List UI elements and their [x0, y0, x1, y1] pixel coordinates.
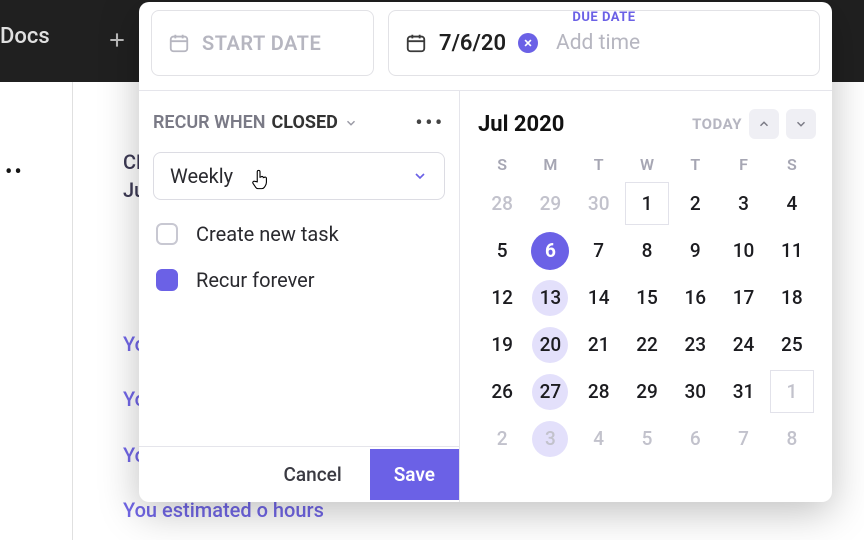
recur-prefix: RECUR WHEN	[153, 112, 266, 133]
save-button[interactable]: Save	[370, 449, 459, 500]
calendar-icon	[405, 32, 427, 54]
next-month-button[interactable]	[786, 109, 816, 139]
calendar-days-grid: 2829301234567891011121314151617181920212…	[478, 180, 816, 462]
cancel-button[interactable]: Cancel	[264, 453, 362, 496]
calendar-day[interactable]: 24	[719, 321, 767, 368]
date-input-row: START DATE DUE DATE 7/6/20 Add time	[151, 10, 820, 76]
calendar-day[interactable]: 20	[526, 321, 574, 368]
date-recur-modal: START DATE DUE DATE 7/6/20 Add time RECU…	[139, 2, 832, 502]
dow-label: T	[575, 155, 623, 174]
calendar-day[interactable]: 13	[526, 274, 574, 321]
calendar-day[interactable]: 26	[478, 368, 526, 415]
calendar-day[interactable]: 22	[623, 321, 671, 368]
chevron-down-icon	[344, 116, 358, 130]
calendar-day[interactable]: 6	[526, 227, 574, 274]
calendar-day[interactable]: 17	[719, 274, 767, 321]
checkbox-unchecked-icon[interactable]	[156, 223, 178, 245]
calendar-day[interactable]: 19	[478, 321, 526, 368]
calendar-day[interactable]: 29	[526, 180, 574, 227]
left-ellipsis-icon[interactable]: ••	[5, 160, 24, 185]
calendar-day[interactable]: 30	[575, 180, 623, 227]
calendar-dow-row: SMTWTFS	[478, 155, 816, 174]
calendar-day[interactable]: 7	[719, 415, 767, 462]
calendar-day[interactable]: 23	[671, 321, 719, 368]
recur-value: CLOSED	[272, 112, 338, 133]
calendar-day[interactable]: 28	[575, 368, 623, 415]
calendar-day[interactable]: 25	[768, 321, 816, 368]
calendar-day[interactable]: 1	[623, 180, 671, 227]
topbar-docs-link[interactable]: Docs	[0, 24, 50, 49]
calendar-day[interactable]: 8	[768, 415, 816, 462]
start-date-input[interactable]: START DATE	[151, 10, 374, 76]
cursor-hand-icon	[249, 167, 271, 193]
more-options-icon[interactable]: •••	[416, 111, 445, 134]
start-date-placeholder: START DATE	[202, 31, 321, 55]
option-label: Create new task	[196, 222, 339, 246]
calendar-day[interactable]: 7	[575, 227, 623, 274]
dow-label: W	[623, 155, 671, 174]
calendar-day[interactable]: 5	[623, 415, 671, 462]
calendar-day[interactable]: 3	[526, 415, 574, 462]
recur-pane: RECUR WHEN CLOSED ••• Weekly Create new …	[139, 90, 459, 502]
calendar-day[interactable]: 14	[575, 274, 623, 321]
dow-label: S	[768, 155, 816, 174]
calendar-day[interactable]: 10	[719, 227, 767, 274]
calendar-day[interactable]: 27	[526, 368, 574, 415]
calendar-day[interactable]: 21	[575, 321, 623, 368]
calendar-day[interactable]: 16	[671, 274, 719, 321]
dow-label: S	[478, 155, 526, 174]
add-icon[interactable]	[107, 30, 127, 50]
calendar-day[interactable]: 29	[623, 368, 671, 415]
calendar-day[interactable]: 2	[671, 180, 719, 227]
calendar-day[interactable]: 18	[768, 274, 816, 321]
calendar-day[interactable]: 11	[768, 227, 816, 274]
calendar-day[interactable]: 6	[671, 415, 719, 462]
calendar-day[interactable]: 4	[768, 180, 816, 227]
calendar-day[interactable]: 2	[478, 415, 526, 462]
frequency-select[interactable]: Weekly	[153, 152, 445, 200]
calendar-day[interactable]: 15	[623, 274, 671, 321]
dow-label: F	[719, 155, 767, 174]
calendar-day[interactable]: 3	[719, 180, 767, 227]
option-label: Recur forever	[196, 268, 315, 292]
dow-label: M	[526, 155, 574, 174]
today-button[interactable]: TODAY	[692, 115, 742, 133]
calendar-pane: Jul 2020 TODAY SMTWTFS 28293012345678910…	[459, 90, 832, 502]
dow-label: T	[671, 155, 719, 174]
prev-month-button[interactable]	[749, 109, 779, 139]
due-date-value: 7/6/20	[439, 31, 506, 56]
calendar-day[interactable]: 28	[478, 180, 526, 227]
calendar-day[interactable]: 12	[478, 274, 526, 321]
calendar-month-label: Jul 2020	[478, 112, 564, 137]
recur-forever-option[interactable]: Recur forever	[156, 268, 445, 292]
checkbox-checked-icon[interactable]	[156, 269, 178, 291]
due-date-input[interactable]: DUE DATE 7/6/20 Add time	[388, 10, 820, 76]
calendar-icon	[168, 32, 190, 54]
calendar-day[interactable]: 1	[768, 368, 816, 415]
due-date-label: DUE DATE	[572, 10, 635, 25]
calendar-day[interactable]: 4	[575, 415, 623, 462]
calendar-day[interactable]: 31	[719, 368, 767, 415]
modal-footer: Cancel Save	[139, 446, 459, 502]
calendar-day[interactable]: 9	[671, 227, 719, 274]
create-new-task-option[interactable]: Create new task	[156, 222, 445, 246]
vertical-divider	[72, 82, 73, 540]
add-time-button[interactable]: Add time	[556, 31, 640, 55]
calendar-header: Jul 2020 TODAY	[478, 109, 816, 139]
calendar-day[interactable]: 5	[478, 227, 526, 274]
recur-when-toggle[interactable]: RECUR WHEN CLOSED •••	[153, 111, 445, 134]
clear-due-date-button[interactable]	[518, 33, 538, 53]
chevron-down-icon	[412, 168, 428, 184]
frequency-value: Weekly	[170, 164, 233, 188]
modal-body: RECUR WHEN CLOSED ••• Weekly Create new …	[139, 90, 832, 502]
calendar-day[interactable]: 8	[623, 227, 671, 274]
calendar-day[interactable]: 30	[671, 368, 719, 415]
